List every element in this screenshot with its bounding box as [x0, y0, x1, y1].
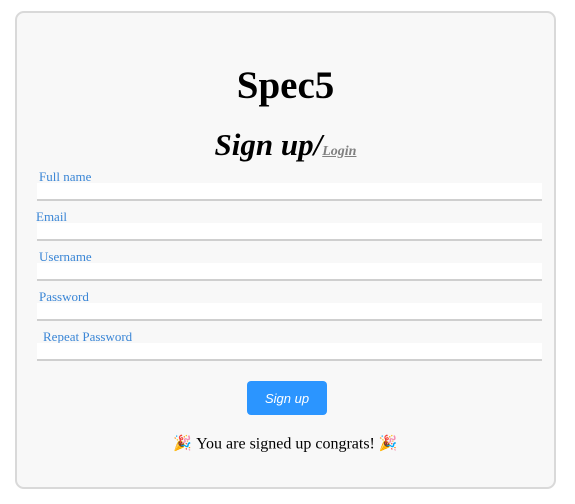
party-popper-icon: 🎉	[173, 436, 193, 453]
email-field[interactable]	[37, 223, 542, 241]
success-message-text: You are signed up congrats!	[196, 435, 375, 453]
login-link[interactable]: Login	[322, 144, 356, 159]
full-name-label: Full name	[39, 169, 92, 184]
page-heading: Sign up/Login	[17, 125, 554, 172]
signup-heading: Sign up/	[214, 127, 323, 162]
username-field[interactable]	[37, 263, 542, 281]
password-field[interactable]	[37, 303, 542, 321]
signup-card: Spec5 Sign up/Login Full name Email User…	[15, 11, 556, 489]
brand-title: Spec5	[236, 64, 335, 107]
repeat-password-field[interactable]	[37, 343, 542, 361]
repeat-password-label: Repeat Password	[43, 329, 133, 344]
party-popper-icon: 🎉	[378, 436, 398, 453]
email-label: Email	[36, 209, 68, 224]
signup-button[interactable]: Sign up	[247, 381, 327, 415]
password-label: Password	[39, 289, 89, 304]
success-message: 🎉 You are signed up congrats! 🎉	[17, 434, 554, 454]
username-label: Username	[39, 249, 92, 264]
full-name-field[interactable]	[37, 183, 542, 201]
